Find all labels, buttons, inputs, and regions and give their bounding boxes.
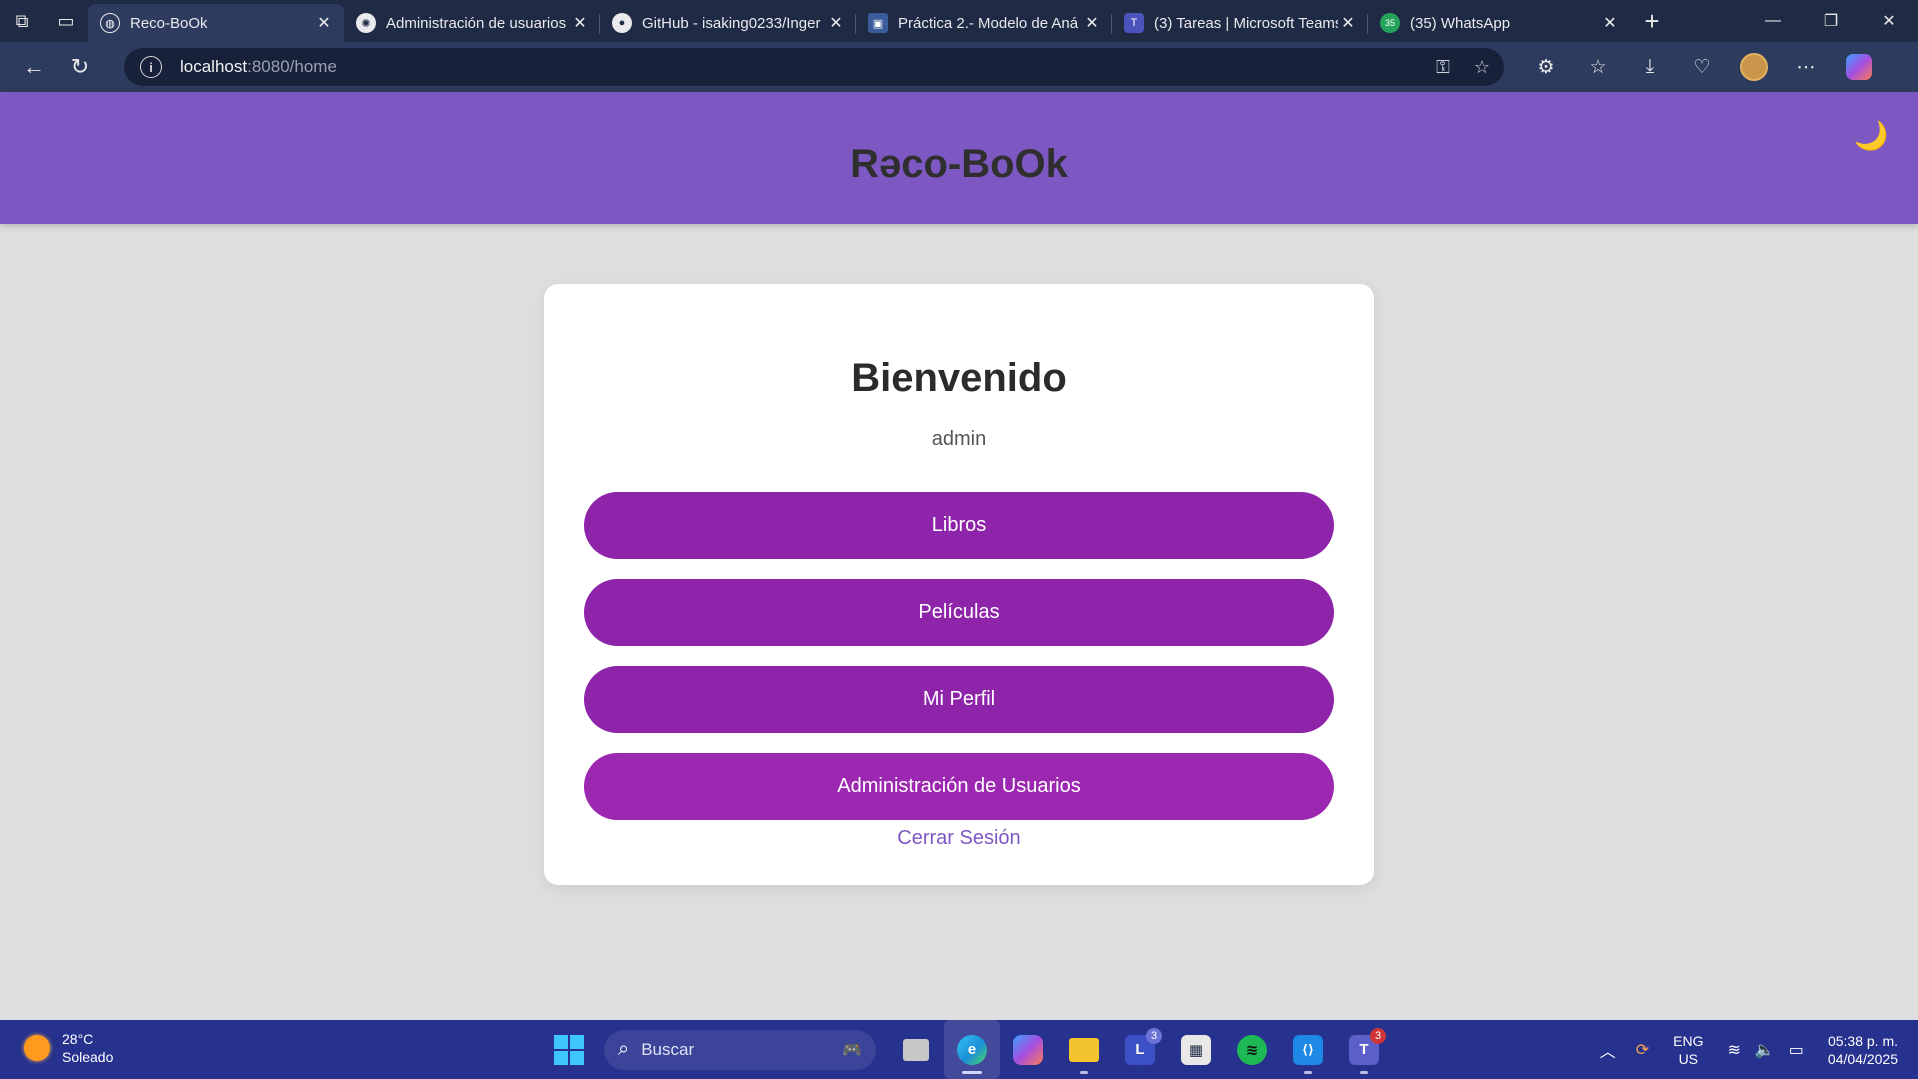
close-tab-icon[interactable]: ✕: [1338, 13, 1358, 33]
search-placeholder: Buscar: [641, 1039, 695, 1059]
welcome-title: Bienvenido: [851, 356, 1067, 400]
document-icon: ▣: [868, 13, 888, 33]
tab-title: (3) Tareas | Microsoft Teams: [1154, 14, 1338, 32]
username-label: admin: [931, 428, 987, 450]
close-tab-icon[interactable]: ✕: [1082, 13, 1102, 33]
copilot-app-icon[interactable]: [1000, 1020, 1056, 1079]
tab-title: Práctica 2.- Modelo de Aná: [898, 14, 1079, 32]
profile-avatar[interactable]: [1740, 53, 1768, 81]
globe-icon: ◍: [100, 13, 120, 33]
site-header: Rəco-BoOk 🌙: [0, 92, 1918, 224]
clock-date: 04/04/2025: [1827, 1050, 1898, 1067]
language-indicator[interactable]: ENG US: [1659, 1032, 1717, 1068]
teams-icon: T: [1124, 13, 1144, 33]
windows-taskbar: 28°C Soleado ⌕ Buscar 🎮 e L3 ▦ ≋ ⟨⟩ T3 ︿…: [0, 1020, 1918, 1079]
tab-administracion-usuarios[interactable]: ✺ Administración de usuarios ✕: [344, 4, 600, 42]
site-brand: Rəco-BoOk: [850, 142, 1068, 186]
site-info-icon[interactable]: i: [140, 56, 162, 78]
weather-condition: Soleado: [62, 1049, 114, 1065]
web-page: Rəco-BoOk 🌙 Bienvenido admin Libros Pelí…: [0, 92, 1918, 1020]
edge-icon[interactable]: e: [944, 1020, 1000, 1079]
refresh-button[interactable]: ↻: [58, 47, 102, 87]
mi-perfil-button[interactable]: Mi Perfil: [584, 666, 1334, 733]
openai-icon: ✺: [356, 13, 376, 33]
microsoft-store-icon[interactable]: ▦: [1168, 1020, 1224, 1079]
tab-reco-book[interactable]: ◍ Reco-BoOk ✕: [88, 4, 344, 42]
url-path: :8080/home: [247, 57, 337, 76]
task-view-icon[interactable]: [888, 1020, 944, 1079]
tab-title: GitHub - isaking0233/Inger: [642, 14, 821, 32]
browser-toolbar: ← ↻ i localhost:8080/home ⚿ ☆ ⚙ ☆ ⤓ ♡ ⋯: [0, 42, 1918, 92]
volume-icon[interactable]: 🔈: [1751, 1040, 1779, 1060]
tab-practica[interactable]: ▣ Práctica 2.- Modelo de Aná ✕: [856, 4, 1112, 42]
url-host: localhost: [180, 57, 248, 76]
favorite-star-icon[interactable]: ☆: [1474, 57, 1490, 78]
moon-icon[interactable]: 🌙: [1854, 118, 1889, 152]
close-tab-icon[interactable]: ✕: [826, 13, 846, 33]
logout-link[interactable]: Cerrar Sesión: [544, 827, 1374, 850]
browser-tab-bar: ⧉ ▭ ◍ Reco-BoOk ✕ ✺ Administración de us…: [0, 0, 1918, 42]
close-window-button[interactable]: ✕: [1860, 0, 1918, 42]
tab-teams[interactable]: T (3) Tareas | Microsoft Teams ✕: [1112, 4, 1368, 42]
teams-app-icon[interactable]: T3: [1336, 1020, 1392, 1079]
close-tab-icon[interactable]: ✕: [1600, 13, 1620, 33]
search-icon: ⌕: [618, 1038, 630, 1060]
github-icon: ●: [612, 13, 632, 33]
sync-icon[interactable]: ⟳: [1626, 1040, 1659, 1060]
tab-title: Reco-BoOk: [130, 14, 208, 32]
tab-actions-icon[interactable]: ▭: [44, 0, 88, 42]
address-bar[interactable]: i localhost:8080/home ⚿ ☆: [124, 48, 1504, 86]
taskbar-search[interactable]: ⌕ Buscar 🎮: [604, 1029, 876, 1070]
new-tab-button[interactable]: +: [1630, 0, 1674, 42]
system-tray: ︿ ⟳ ENG US ≋ 🔈 ▭ 05:38 p. m. 04/04/2025: [1590, 1020, 1918, 1079]
clock-time: 05:38 p. m.: [1827, 1032, 1898, 1049]
tab-github[interactable]: ● GitHub - isaking0233/Inger ✕: [600, 4, 856, 42]
chevron-up-icon[interactable]: ︿: [1590, 1038, 1626, 1062]
copilot-icon[interactable]: [1846, 54, 1872, 80]
more-options-icon[interactable]: ⋯: [1780, 56, 1832, 79]
extensions-icon[interactable]: ⚙: [1520, 56, 1572, 79]
welcome-card: Bienvenido admin Libros Películas Mi Per…: [544, 284, 1374, 885]
tab-whatsapp[interactable]: 35 (35) WhatsApp ✕: [1368, 4, 1630, 42]
favorites-icon[interactable]: ☆: [1572, 56, 1624, 79]
vscode-icon[interactable]: ⟨⟩: [1280, 1020, 1336, 1079]
workspaces-icon[interactable]: ⧉: [0, 0, 44, 42]
wifi-icon[interactable]: ≋: [1717, 1040, 1750, 1060]
tab-title: Administración de usuarios: [386, 14, 567, 32]
sun-icon: [24, 1035, 50, 1061]
spotify-icon[interactable]: ≋: [1224, 1020, 1280, 1079]
browser-essentials-icon[interactable]: ♡: [1676, 56, 1728, 79]
window-controls: — ❐ ✕: [1744, 0, 1918, 42]
battery-icon[interactable]: ▭: [1779, 1040, 1814, 1060]
tab-title: (35) WhatsApp: [1410, 14, 1511, 32]
lectures-app-icon[interactable]: L3: [1112, 1020, 1168, 1079]
close-tab-icon[interactable]: ✕: [570, 13, 590, 33]
minimize-button[interactable]: —: [1744, 0, 1802, 42]
clock[interactable]: 05:38 p. m. 04/04/2025: [1814, 1032, 1918, 1068]
whatsapp-icon: 35: [1380, 13, 1400, 33]
weather-widget[interactable]: 28°C Soleado: [24, 1030, 113, 1066]
close-tab-icon[interactable]: ✕: [314, 13, 334, 33]
restore-button[interactable]: ❐: [1802, 0, 1860, 42]
search-highlight-icon: 🎮: [842, 1041, 862, 1059]
windows-start-icon[interactable]: [554, 1034, 584, 1065]
back-button[interactable]: ←: [12, 47, 56, 87]
admin-usuarios-button[interactable]: Administración de Usuarios: [584, 753, 1334, 820]
downloads-icon[interactable]: ⤓: [1624, 56, 1676, 78]
peliculas-button[interactable]: Películas: [584, 579, 1334, 646]
password-key-icon[interactable]: ⚿: [1436, 57, 1450, 78]
libros-button[interactable]: Libros: [584, 492, 1334, 559]
file-explorer-icon[interactable]: [1056, 1020, 1112, 1079]
weather-temp: 28°C: [62, 1031, 94, 1047]
